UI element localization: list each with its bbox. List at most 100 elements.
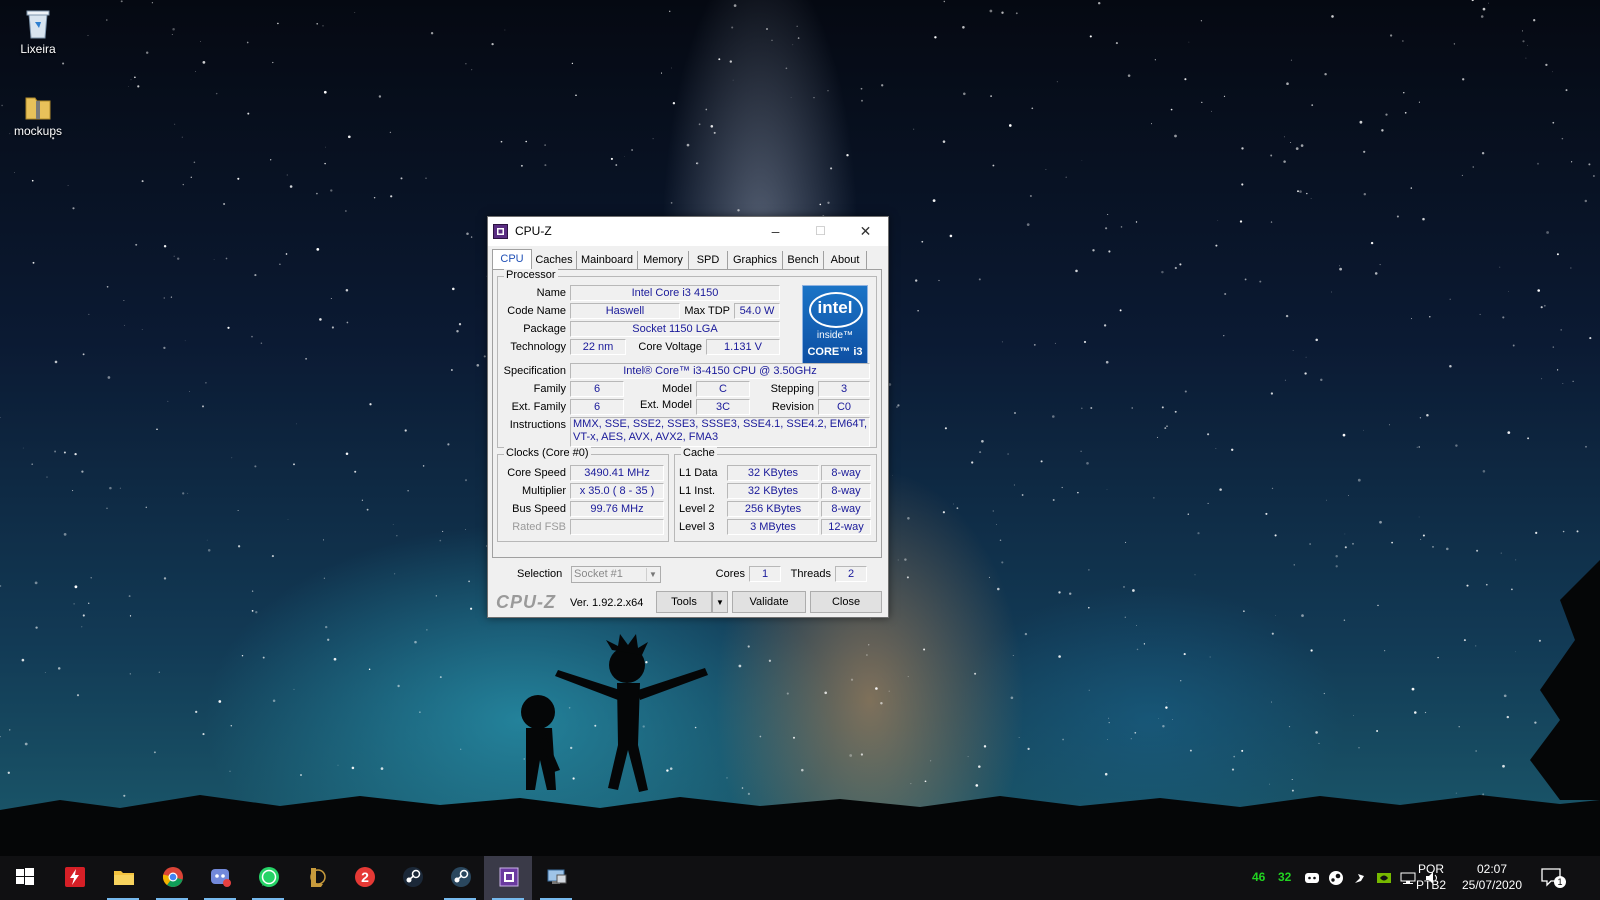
selection-label: Selection bbox=[517, 568, 563, 580]
maximize-button[interactable]: ☐ bbox=[798, 217, 843, 246]
gpu-temp-indicator[interactable]: 32 bbox=[1278, 870, 1291, 884]
steam-icon bbox=[403, 867, 423, 887]
taskbar-app-bolt[interactable] bbox=[50, 856, 98, 900]
revision-value: C0 bbox=[818, 399, 870, 415]
footer-bar: CPU-Z Ver. 1.92.2.x64 Tools ▼ Validate C… bbox=[488, 589, 888, 615]
stepping-label: Stepping bbox=[770, 383, 814, 395]
nvidia-tray-icon[interactable] bbox=[1376, 870, 1392, 886]
code-name-label: Code Name bbox=[507, 305, 566, 317]
code-name-value: Haswell bbox=[570, 303, 680, 319]
package-value: Socket 1150 LGA bbox=[570, 321, 780, 337]
family-label: Family bbox=[533, 383, 566, 395]
cpu-z-icon bbox=[493, 224, 508, 239]
specification-label: Specification bbox=[503, 365, 566, 377]
desktop-icon-lixeira[interactable]: Lixeira bbox=[3, 8, 73, 56]
name-label: Name bbox=[536, 287, 566, 299]
close-button[interactable]: Close bbox=[810, 591, 882, 613]
taskbar-app-league[interactable] bbox=[292, 856, 340, 900]
tab-memory[interactable]: Memory bbox=[638, 251, 689, 269]
specification-value: Intel® Core™ i3-4150 CPU @ 3.50GHz bbox=[570, 363, 870, 379]
taskbar-app-whatsapp[interactable] bbox=[244, 856, 292, 900]
notifications-button[interactable]: 1 bbox=[1540, 866, 1570, 890]
discord-icon bbox=[211, 869, 231, 887]
close-window-button[interactable]: ✕ bbox=[843, 217, 888, 246]
cache-row-size: 256 KBytes bbox=[727, 501, 819, 517]
taskbar-app-file-explorer[interactable] bbox=[99, 856, 147, 900]
taskbar-app-2[interactable]: 2 bbox=[340, 856, 388, 900]
chrome-icon bbox=[162, 867, 183, 887]
folder-icon bbox=[114, 871, 134, 885]
stepping-value: 3 bbox=[818, 381, 870, 397]
ext-family-value: 6 bbox=[570, 399, 624, 415]
taskbar-app-cpu-z[interactable] bbox=[484, 856, 532, 900]
validate-button[interactable]: Validate bbox=[732, 591, 806, 613]
intel-brand: intel bbox=[817, 298, 853, 317]
cache-row-ways: 12-way bbox=[821, 519, 871, 535]
taskbar-app-steam-2[interactable] bbox=[436, 856, 484, 900]
steam-tray-icon[interactable] bbox=[1328, 870, 1344, 886]
cores-label: Cores bbox=[715, 568, 745, 580]
cache-row-size: 32 KBytes bbox=[727, 483, 819, 499]
start-button[interactable] bbox=[0, 856, 48, 900]
cache-row-ways: 8-way bbox=[821, 501, 871, 517]
model-label: Model bbox=[662, 383, 692, 395]
cache-row-label: L1 Inst. bbox=[679, 485, 716, 497]
processor-group: Processor Name Intel Core i3 4150 Code N… bbox=[497, 269, 877, 448]
taskbar-app-discord[interactable] bbox=[196, 856, 244, 900]
tab-spd[interactable]: SPD bbox=[689, 251, 728, 269]
max-tdp-label: Max TDP bbox=[684, 305, 730, 317]
socket-select[interactable]: Socket #1 ▼ bbox=[571, 566, 661, 583]
tab-about[interactable]: About bbox=[824, 251, 867, 269]
folder-zip-icon bbox=[25, 97, 51, 120]
version-text: Ver. 1.92.2.x64 bbox=[570, 597, 644, 609]
minimize-button[interactable]: – bbox=[753, 217, 798, 246]
tab-bench[interactable]: Bench bbox=[783, 251, 824, 269]
cache-group-label: Cache bbox=[681, 447, 717, 459]
cache-row-label: Level 2 bbox=[679, 503, 715, 515]
tools-dropdown-button[interactable]: ▼ bbox=[712, 591, 728, 613]
tab-caches[interactable]: Caches bbox=[532, 251, 577, 269]
desktop-icon-label: mockups bbox=[13, 124, 63, 138]
core-speed-value: 3490.41 MHz bbox=[570, 465, 664, 481]
network-icon[interactable] bbox=[1400, 870, 1416, 886]
tab-graphics[interactable]: Graphics bbox=[728, 251, 783, 269]
tools-button[interactable]: Tools bbox=[656, 591, 712, 613]
technology-label: Technology bbox=[510, 341, 566, 353]
pin-tray-icon[interactable] bbox=[1352, 870, 1368, 886]
tab-mainboard[interactable]: Mainboard bbox=[577, 251, 638, 269]
cache-row-ways: 8-way bbox=[821, 465, 871, 481]
taskbar-app-remote[interactable] bbox=[532, 856, 580, 900]
desktop: Lixeira mockups CPU-Z – ☐ ✕ CPU Caches M… bbox=[0, 0, 1600, 856]
cpu-temp-indicator[interactable]: 46 bbox=[1252, 870, 1265, 884]
whatsapp-icon bbox=[259, 867, 279, 887]
cores-value: 1 bbox=[749, 566, 781, 582]
intel-core-i3-logo: intel inside™ CORE™ i3 bbox=[802, 285, 868, 367]
title-bar[interactable]: CPU-Z – ☐ ✕ bbox=[488, 217, 888, 246]
lol-icon bbox=[310, 868, 326, 887]
language-code: POR bbox=[1417, 862, 1444, 876]
taskbar-app-steam[interactable] bbox=[388, 856, 436, 900]
recycle-bin-icon bbox=[26, 10, 50, 39]
clocks-group: Clocks (Core #0) Core Speed 3490.41 MHz … bbox=[497, 447, 669, 542]
max-tdp-value: 54.0 W bbox=[734, 303, 780, 319]
clock[interactable]: 02:07 25/07/2020 bbox=[1454, 861, 1530, 893]
cache-row-label: L1 Data bbox=[679, 467, 718, 479]
threads-value: 2 bbox=[835, 566, 867, 582]
tab-cpu[interactable]: CPU bbox=[492, 249, 532, 270]
input-language[interactable]: POR PTB2 bbox=[1416, 861, 1446, 893]
chevron-down-icon: ▼ bbox=[646, 568, 659, 581]
discord-tray-icon[interactable] bbox=[1304, 870, 1320, 886]
cache-row-label: Level 3 bbox=[679, 521, 715, 533]
notification-count: 1 bbox=[1554, 876, 1566, 888]
lightning-icon bbox=[65, 867, 85, 887]
svg-text:2: 2 bbox=[361, 869, 369, 885]
desktop-icon-label: Lixeira bbox=[20, 42, 56, 56]
taskbar-app-chrome[interactable] bbox=[148, 856, 196, 900]
rated-fsb-value bbox=[570, 519, 664, 535]
chevron-down-icon: ▼ bbox=[716, 598, 724, 607]
clock-date: 25/07/2020 bbox=[1461, 878, 1523, 892]
bus-speed-label: Bus Speed bbox=[512, 503, 566, 515]
clocks-group-label: Clocks (Core #0) bbox=[504, 447, 591, 459]
desktop-icon-mockups[interactable]: mockups bbox=[3, 92, 73, 138]
threads-label: Threads bbox=[790, 568, 831, 580]
